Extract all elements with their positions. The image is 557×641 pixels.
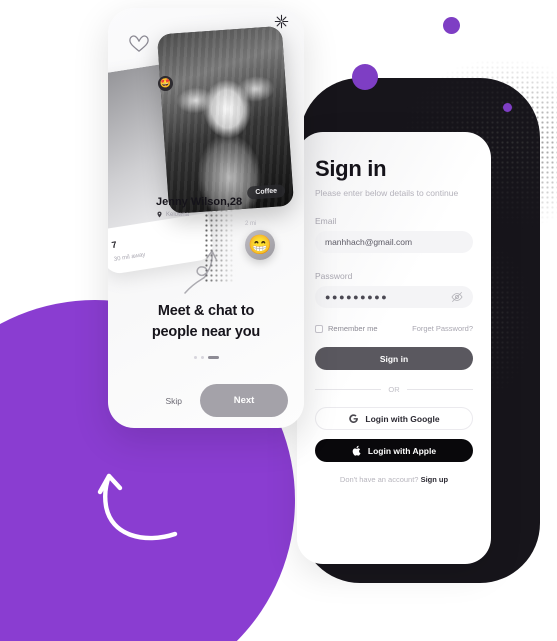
signin-button[interactable]: Sign in — [315, 347, 473, 370]
onboarding-screen: 7 30 mil away Coffee 🤩 Jenny Wilson,28 K… — [108, 8, 304, 428]
password-field[interactable]: ●●●●●●●●● — [315, 286, 473, 308]
profile-distance: 2 mi — [245, 221, 257, 227]
purple-dot-icon — [503, 103, 512, 112]
divider-line — [315, 389, 382, 390]
divider-label: OR — [388, 385, 400, 394]
email-field[interactable]: manhhach@gmail.com — [315, 231, 473, 253]
password-value[interactable]: ●●●●●●●●● — [325, 292, 388, 302]
login-with-apple-button[interactable]: Login with Apple — [315, 439, 473, 462]
apple-label: Login with Apple — [367, 445, 437, 456]
signup-prompt: Don't have an account? — [339, 475, 419, 484]
signup-link[interactable]: Sign up — [421, 475, 449, 484]
eye-off-icon[interactable] — [451, 291, 463, 303]
headline-line-2: people near you — [151, 324, 261, 341]
curly-arrow-icon — [184, 250, 217, 294]
pagination-dot-active[interactable] — [207, 356, 219, 359]
pagination-dot[interactable] — [193, 356, 197, 359]
purple-dot-icon — [352, 64, 378, 90]
profile-distance: 30 mil away — [113, 252, 146, 263]
page-title: Meet & chat to people near you — [108, 301, 304, 343]
signin-screen: Sign in Please enter below details to co… — [297, 132, 491, 564]
email-label: Email — [315, 216, 337, 226]
email-value[interactable]: manhhach@gmail.com — [325, 237, 412, 247]
purple-dot-icon — [443, 17, 460, 34]
curved-arrow-up-icon — [97, 473, 178, 541]
skip-button[interactable]: Skip — [165, 396, 182, 406]
pagination-dots — [108, 356, 304, 359]
location-pin-icon — [157, 211, 162, 218]
remember-me-label: Remember me — [328, 324, 378, 333]
divider-line — [406, 389, 473, 390]
profile-name: Jenny Wilson,28 — [156, 196, 243, 208]
remember-me-checkbox[interactable] — [315, 324, 323, 333]
remember-row: Remember me Forget Password? — [315, 324, 473, 333]
google-label: Login with Google — [365, 413, 440, 424]
password-label: Password — [315, 271, 353, 281]
onboarding-actions: Skip Next — [128, 384, 288, 417]
page-title: Sign in — [315, 156, 387, 181]
profile-name: 7 — [110, 239, 118, 251]
profile-location-label: Kelowna — [166, 211, 190, 218]
google-g-icon — [349, 414, 359, 423]
forgot-password-link[interactable]: Forget Password? — [412, 324, 473, 333]
login-with-google-button[interactable]: Login with Google — [315, 407, 473, 430]
headline-line-1: Meet & chat to — [157, 303, 255, 319]
divider: OR — [315, 385, 473, 394]
profile-location: Kelowna — [156, 211, 242, 218]
page-subtitle: Please enter below details to continue — [315, 188, 459, 198]
avatar: 😁 — [245, 230, 275, 260]
signup-row: Don't have an account? Sign up — [315, 475, 473, 484]
profile-card-main[interactable]: Coffee — [156, 25, 295, 215]
apple-logo-icon — [352, 445, 361, 456]
heart-outline-icon — [129, 35, 149, 52]
profile-info: Jenny Wilson,28 Kelowna — [156, 196, 242, 218]
remember-me-toggle[interactable]: Remember me — [315, 324, 378, 333]
pagination-dot[interactable] — [200, 356, 204, 359]
interest-tag: Coffee — [246, 184, 286, 200]
illustration-canvas: Sign in Please enter below details to co… — [0, 0, 557, 641]
next-button[interactable]: Next — [200, 384, 288, 417]
